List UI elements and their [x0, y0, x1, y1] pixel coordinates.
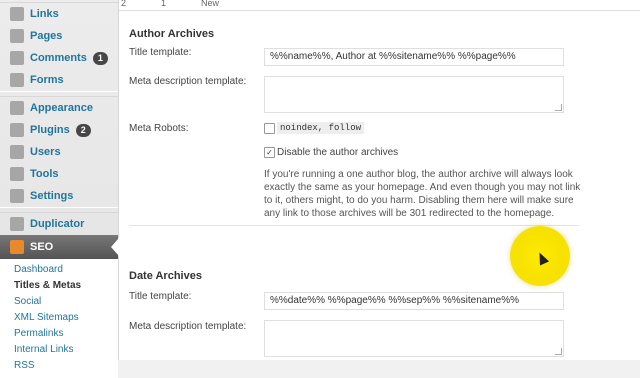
- author-archives-heading: Author Archives: [129, 28, 215, 40]
- table-header-strip: 2 1 New: [119, 0, 640, 11]
- date-archives-heading: Date Archives: [129, 270, 202, 282]
- tools-icon: [10, 167, 24, 181]
- sidebar-item-label: Duplicator: [30, 218, 85, 230]
- sidebar-item-label: Plugins: [30, 124, 70, 136]
- sidebar-item-label: Forms: [30, 74, 64, 86]
- submenu-rss[interactable]: RSS: [0, 358, 118, 374]
- author-meta-textarea[interactable]: [264, 76, 564, 113]
- sidebar-item-label: Pages: [30, 30, 63, 42]
- sidebar-item-label: Appearance: [30, 102, 93, 114]
- submenu-titles-metas[interactable]: Titles & Metas: [0, 278, 118, 294]
- column-value: 2: [121, 0, 127, 8]
- forms-icon: [10, 73, 24, 87]
- comments-count-badge: 1: [92, 51, 108, 65]
- submenu-internal-links[interactable]: Internal Links: [0, 342, 118, 358]
- pages-icon: [10, 29, 24, 43]
- submenu-dashboard[interactable]: Dashboard: [0, 262, 118, 278]
- sidebar-item-tools[interactable]: Tools: [0, 163, 118, 185]
- sidebar-item-forms[interactable]: Forms: [0, 69, 118, 91]
- seo-icon: [10, 240, 24, 254]
- sidebar-item-label: Users: [30, 146, 61, 158]
- plugins-icon: [10, 123, 24, 137]
- author-robots-label: Meta Robots:: [129, 123, 189, 134]
- users-icon: [10, 145, 24, 159]
- sidebar-item-label: Tools: [30, 168, 59, 180]
- date-meta-textarea[interactable]: [264, 320, 564, 357]
- date-title-label: Title template:: [129, 291, 192, 302]
- sidebar-item-plugins[interactable]: Plugins 2: [0, 119, 118, 141]
- disable-author-label: Disable the author archives: [277, 147, 399, 158]
- date-title-input[interactable]: %%date%% %%page%% %%sep%% %%sitename%%: [264, 292, 564, 310]
- submenu-permalinks[interactable]: Permalinks: [0, 326, 118, 342]
- sidebar-item-links[interactable]: Links: [0, 3, 118, 25]
- author-archives-description: If you're running a one author blog, the…: [264, 169, 581, 219]
- sidebar-item-label: Links: [30, 8, 59, 20]
- section-divider: [129, 225, 579, 226]
- author-title-label: Title template:: [129, 47, 192, 58]
- column-value: New: [201, 0, 220, 8]
- menu-group-admin: Appearance Plugins 2 Users Tools Settings: [0, 96, 118, 208]
- menu-group-content: Links Pages Comments 1 Forms: [0, 2, 118, 92]
- sidebar-item-label: Comments: [30, 52, 87, 64]
- plugins-count-badge: 2: [75, 123, 91, 137]
- sidebar-item-label: SEO: [30, 241, 54, 253]
- date-meta-label: Meta description template:: [129, 321, 247, 332]
- comments-icon: [10, 51, 24, 65]
- column-value: 1: [161, 0, 167, 8]
- sidebar-item-seo[interactable]: SEO: [0, 235, 119, 259]
- disable-author-checkbox[interactable]: ✓: [264, 147, 275, 158]
- sidebar-item-comments[interactable]: Comments 1: [0, 47, 118, 69]
- sidebar-item-pages[interactable]: Pages: [0, 25, 118, 47]
- sidebar-item-settings[interactable]: Settings: [0, 185, 118, 207]
- duplicator-icon: [10, 217, 24, 231]
- menu-group-plugins: Duplicator SEO Dashboard Titles & Metas …: [0, 212, 119, 378]
- sidebar-item-label: Settings: [30, 190, 74, 202]
- admin-sidebar: Links Pages Comments 1 Forms Appearance P…: [0, 0, 119, 378]
- settings-icon: [10, 189, 24, 203]
- author-title-input[interactable]: %%name%%, Author at %%sitename%% %%page%…: [264, 48, 564, 66]
- sidebar-item-appearance[interactable]: Appearance: [0, 97, 118, 119]
- link-icon: [10, 7, 24, 21]
- settings-content: 2 1 New Author Archives Title template: …: [119, 0, 640, 360]
- sidebar-item-duplicator[interactable]: Duplicator: [0, 213, 118, 235]
- sidebar-item-users[interactable]: Users: [0, 141, 118, 163]
- noindex-option: noindex, follow: [277, 122, 365, 134]
- submenu-social[interactable]: Social: [0, 294, 118, 310]
- noindex-checkbox[interactable]: [264, 123, 275, 134]
- seo-submenu: Dashboard Titles & Metas Social XML Site…: [0, 259, 118, 377]
- appearance-icon: [10, 101, 24, 115]
- author-meta-label: Meta description template:: [129, 76, 247, 87]
- submenu-xml-sitemaps[interactable]: XML Sitemaps: [0, 310, 118, 326]
